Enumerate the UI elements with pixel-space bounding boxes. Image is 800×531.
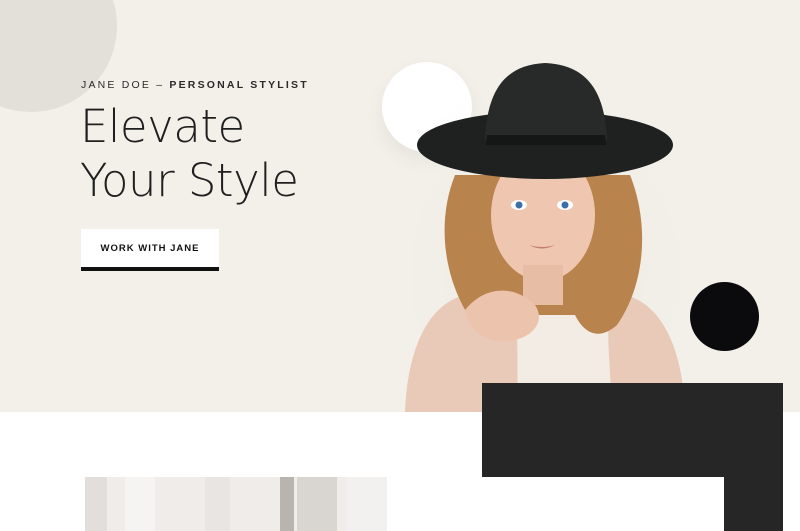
work-with-jane-button[interactable]: WORK WITH JANE <box>81 229 219 271</box>
decorative-white-notch <box>482 477 724 531</box>
hero-section: JANE DOE – PERSONAL STYLIST Elevate Your… <box>0 0 800 412</box>
stylist-portrait-image <box>395 55 695 412</box>
headline-line-1: Elevate <box>80 100 245 153</box>
headline-line-2: Your Style <box>80 154 299 207</box>
hero-eyebrow: JANE DOE – PERSONAL STYLIST <box>81 79 309 91</box>
decorative-circle-gray <box>0 0 117 112</box>
section-photo-image <box>85 477 387 531</box>
eyebrow-name: JANE DOE – <box>81 79 170 91</box>
eyebrow-role: PERSONAL STYLIST <box>169 79 309 91</box>
decorative-dot-black <box>690 282 759 351</box>
hero-headline: Elevate Your Style <box>80 100 400 208</box>
